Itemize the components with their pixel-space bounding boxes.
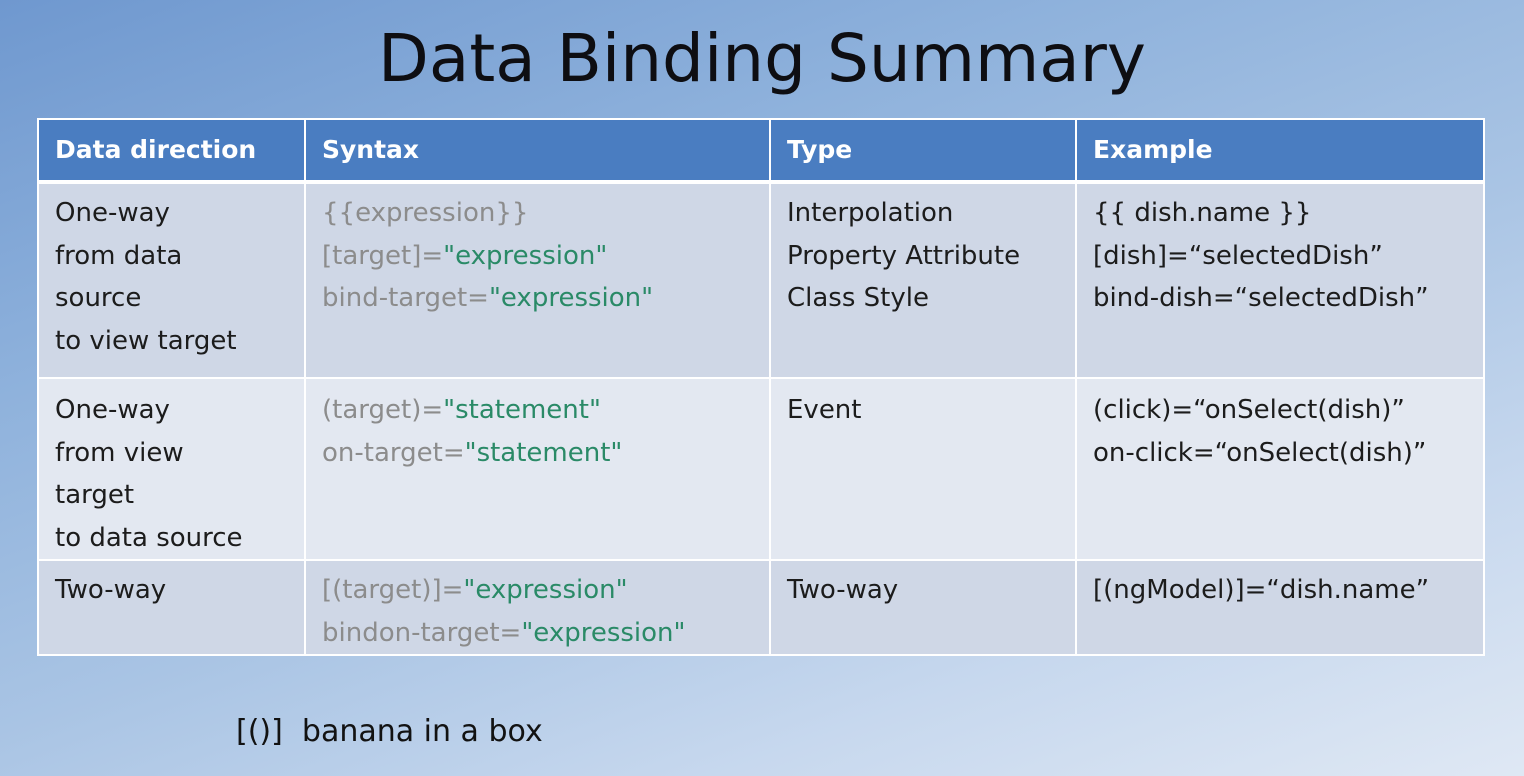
syntax-value: "expression" [463,575,628,605]
header-example: Example [1075,118,1485,184]
example-cell: (click)=“onSelect(dish)” on-click=“onSel… [1075,377,1485,561]
direction-line: Two-way [55,575,167,605]
example-cell: [(ngModel)]=“dish.name” [1075,559,1485,656]
syntax-cell: [(target)]="expression" bindon-target="e… [304,559,771,656]
footer-note: [()] banana in a box [236,714,543,749]
direction-line: One-way [55,198,170,228]
header-data-direction: Data direction [37,118,306,184]
syntax-line: [(target)]="expression" [322,569,769,612]
footer-text: banana in a box [301,714,543,749]
syntax-line: bind-target="expression" [322,277,769,320]
syntax-value: "expression" [443,240,608,271]
direction-line: to view target [55,325,237,356]
syntax-prefix: on-target= [322,437,465,468]
table-row: Two-way [(target)]="expression" bindon-t… [37,559,1485,656]
direction-line: from data [55,240,183,271]
type-line: Event [787,395,862,425]
syntax-value: "statement" [464,437,623,468]
direction-line: target [55,480,135,510]
direction-cell: One-way from data source to view target [37,181,306,379]
type-line: Interpolation [787,198,954,228]
example-line: [dish]=“selectedDish” [1093,240,1383,271]
syntax-prefix: [target]= [322,240,444,271]
direction-cell: Two-way [37,559,306,656]
example-cell: {{ dish.name }} [dish]=“selectedDish” bi… [1075,181,1485,379]
type-cell: Two-way [769,559,1077,656]
table-header-row: Data direction Syntax Type Example [37,118,1485,184]
direction-cell: One-way from view target to data source [37,377,306,561]
example-line: (click)=“onSelect(dish)” [1093,395,1405,425]
syntax-prefix: bind-target= [322,283,489,313]
syntax-line: [target]="expression" [322,235,769,278]
syntax-prefix: [(target)]= [322,575,464,605]
direction-line: to data source [55,522,243,553]
slide-title: Data Binding Summary [378,20,1146,97]
banana-box-symbol: [()] [236,714,283,749]
syntax-cell: (target)="statement" on-target="statemen… [304,377,771,561]
type-cell: Event [769,377,1077,561]
type-line: Two-way [787,575,899,605]
syntax-line: on-target="statement" [322,432,769,475]
table-row: One-way from view target to data source … [37,377,1485,561]
direction-line: One-way [55,395,170,425]
syntax-value: "statement" [443,395,601,425]
table-row: One-way from data source to view target … [37,181,1485,379]
direction-line: from view [55,437,184,468]
example-line: {{ dish.name }} [1093,198,1312,228]
syntax-prefix: (target)= [322,395,444,425]
syntax-cell: {{expression}} [target]="expression" bin… [304,181,771,379]
type-line: Class Style [787,283,929,313]
direction-line: source [55,283,142,313]
type-line: Property Attribute [787,240,1021,271]
syntax-prefix: bindon-target= [322,617,522,648]
header-syntax: Syntax [304,118,771,184]
syntax-line: bindon-target="expression" [322,612,769,655]
syntax-value: "expression" [488,283,654,313]
syntax-value: "expression" [521,617,686,648]
syntax-line: {{expression}} [322,192,769,235]
header-type: Type [769,118,1077,184]
data-binding-table: Data direction Syntax Type Example One-w… [37,118,1485,656]
syntax-prefix: {{expression}} [322,198,529,228]
example-line: bind-dish=“selectedDish” [1093,283,1429,313]
syntax-line: (target)="statement" [322,389,769,432]
example-line: [(ngModel)]=“dish.name” [1093,575,1430,605]
example-line: on-click=“onSelect(dish)” [1093,437,1427,468]
type-cell: Interpolation Property Attribute Class S… [769,181,1077,379]
